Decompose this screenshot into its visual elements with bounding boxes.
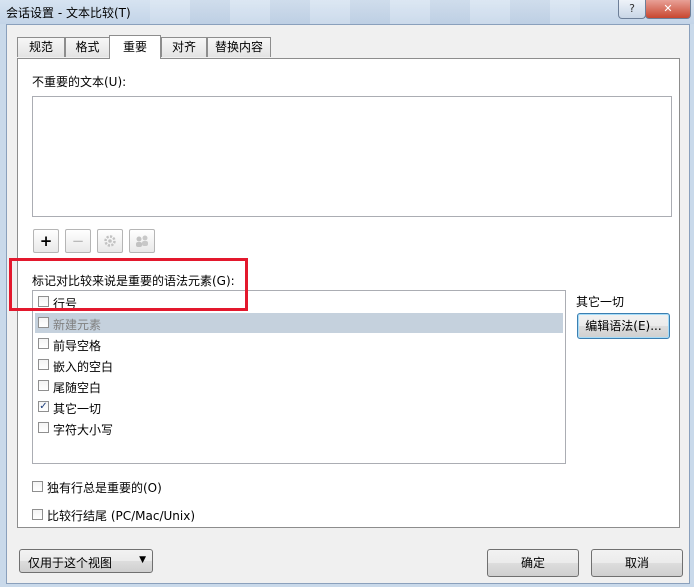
unimportant-text-box[interactable]: [32, 96, 672, 217]
help-button[interactable]: ?: [618, 0, 646, 19]
scope-dropdown-value: 仅用于这个视图: [28, 556, 113, 570]
orphan-lines-label: 独有行总是重要的(O): [47, 481, 162, 495]
grammar-list-item[interactable]: 嵌入的空白: [35, 355, 563, 375]
close-button[interactable]: ✕: [645, 0, 691, 19]
cancel-button[interactable]: 取消: [591, 549, 683, 577]
annotation-highlight-box: [9, 258, 248, 311]
group-button[interactable]: [129, 229, 155, 253]
orphan-lines-checkbox[interactable]: [32, 481, 43, 492]
tab-replacements[interactable]: 替换内容: [207, 37, 271, 57]
unimportant-text-label: 不重要的文本(U):: [32, 75, 127, 89]
grammar-elements-list[interactable]: 行号 新建元素 前导空格 嵌入的空白 尾随空白 ✓ 其它一切 字符大小写: [32, 290, 566, 464]
selected-element-label: 其它一切: [576, 295, 625, 309]
grammar-item-checkbox[interactable]: [38, 338, 49, 349]
people-icon: [136, 235, 148, 247]
line-endings-checkbox[interactable]: [32, 509, 43, 520]
background-toolbar-ghost: [150, 0, 580, 24]
window-title: 会话设置 - 文本比较(T): [6, 6, 131, 20]
grammar-list-item[interactable]: 字符大小写: [35, 418, 563, 438]
grammar-item-checkbox[interactable]: [38, 317, 49, 328]
grammar-item-label: 新建元素: [53, 318, 102, 332]
grammar-item-checkbox[interactable]: [38, 422, 49, 433]
dialog-body: 规范 格式 重要 对齐 替换内容 不重要的文本(U): + − 标记对比较来说是…: [6, 24, 690, 584]
edit-grammar-button[interactable]: 编辑语法(E)...: [577, 313, 670, 339]
tab-spec[interactable]: 规范: [17, 37, 65, 57]
grammar-item-label: 嵌入的空白: [53, 360, 114, 374]
edit-rule-button[interactable]: [97, 229, 123, 253]
grammar-item-checkbox[interactable]: ✓: [38, 401, 49, 412]
grammar-list-item[interactable]: 新建元素: [35, 313, 563, 333]
minus-icon: −: [71, 232, 85, 250]
plus-icon: +: [39, 232, 53, 250]
grammar-list-item[interactable]: 前导空格: [35, 334, 563, 354]
chevron-down-icon: ▼: [139, 555, 146, 565]
scope-dropdown[interactable]: 仅用于这个视图 ▼: [19, 549, 153, 573]
gear-icon: [104, 235, 116, 247]
tab-format[interactable]: 格式: [65, 37, 110, 57]
add-button[interactable]: +: [33, 229, 59, 253]
grammar-item-checkbox[interactable]: [38, 380, 49, 391]
grammar-item-label: 字符大小写: [53, 423, 114, 437]
grammar-list-item[interactable]: ✓ 其它一切: [35, 397, 563, 417]
tab-importance[interactable]: 重要: [109, 35, 161, 59]
title-bar: 会话设置 - 文本比较(T) ? ✕: [0, 0, 694, 24]
grammar-list-item[interactable]: 尾随空白: [35, 376, 563, 396]
tab-alignment[interactable]: 对齐: [161, 37, 207, 57]
grammar-item-label: 其它一切: [53, 402, 102, 416]
remove-button[interactable]: −: [65, 229, 91, 253]
line-endings-label: 比较行结尾 (PC/Mac/Unix): [47, 509, 196, 523]
grammar-item-label: 尾随空白: [53, 381, 102, 395]
grammar-item-checkbox[interactable]: [38, 359, 49, 370]
grammar-item-label: 前导空格: [53, 339, 102, 353]
ok-button[interactable]: 确定: [487, 549, 579, 577]
